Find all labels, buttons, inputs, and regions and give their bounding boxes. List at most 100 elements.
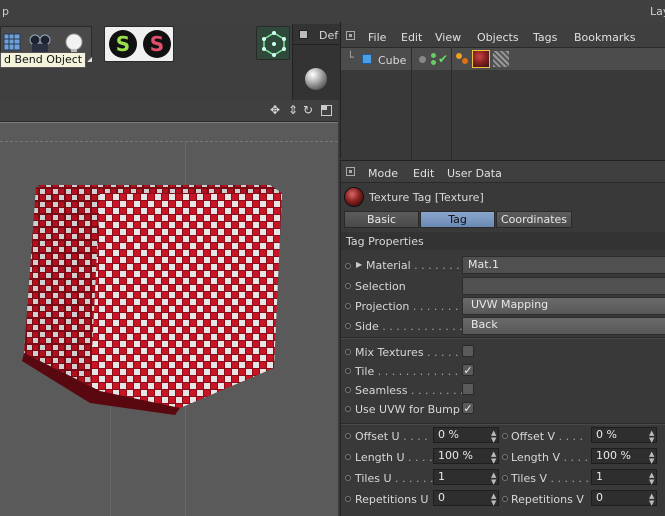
- tile-label: Tile . . . . . . . . . . . .: [355, 365, 459, 378]
- length-u-field[interactable]: 100 %: [433, 448, 499, 464]
- param-bullet[interactable]: [345, 387, 351, 393]
- rotate-view-icon[interactable]: ↻: [303, 104, 313, 116]
- sculpt-s-green-icon[interactable]: S: [109, 30, 137, 58]
- polygon-object-button[interactable]: [256, 26, 290, 60]
- object-name[interactable]: Cube: [378, 55, 406, 66]
- zoom-view-icon[interactable]: ⇕: [288, 104, 298, 116]
- sculpt-button-group: S S: [104, 26, 174, 62]
- viewport: ✥ ⇕ ↻: [0, 100, 338, 516]
- tooltip: d Bend Object: [0, 52, 87, 68]
- menu-mode[interactable]: Mode: [368, 168, 398, 179]
- menu-grip-icon: [346, 167, 355, 176]
- side-dropdown[interactable]: Back: [462, 317, 665, 335]
- offset-u-field[interactable]: 0 %: [433, 427, 499, 443]
- offset-u-label: Offset U . . . .: [355, 430, 428, 443]
- tiles-v-label: Tiles V . . . . . .: [511, 472, 589, 485]
- enabled-check-icon[interactable]: ✔: [438, 53, 448, 65]
- title-left-label: p: [2, 5, 9, 18]
- checkered-cube[interactable]: [0, 123, 338, 516]
- move-view-icon[interactable]: ✥: [270, 104, 280, 116]
- tree-branch-icon: └: [347, 51, 354, 64]
- menu-edit[interactable]: Edit: [413, 168, 434, 179]
- attribute-manager: Mode Edit User Data Texture Tag [Texture…: [340, 160, 665, 516]
- title-right-label: Lay: [650, 5, 665, 18]
- menu-file[interactable]: File: [368, 32, 386, 43]
- material-label: Material . . . . . . .: [366, 259, 460, 272]
- stepper-arrows-icon[interactable]: ▲ ▼: [649, 472, 654, 486]
- tab-tag[interactable]: Tag: [420, 211, 495, 228]
- toolbar: d Bend Object S S Def: [0, 22, 341, 100]
- material-preview-sphere[interactable]: [305, 68, 327, 90]
- menu-user-data[interactable]: User Data: [447, 168, 502, 179]
- camera-icon[interactable]: [27, 32, 53, 54]
- length-u-label: Length U . . . .: [355, 451, 433, 464]
- tiles-u-label: Tiles U . . . . . .: [355, 472, 434, 485]
- param-bullet[interactable]: [345, 349, 351, 355]
- seamless-checkbox[interactable]: [462, 383, 474, 395]
- stepper-arrows-icon[interactable]: ▲ ▼: [491, 451, 496, 465]
- param-bullet[interactable]: [345, 406, 351, 412]
- visibility-dot-icon[interactable]: [419, 56, 426, 63]
- param-bullet[interactable]: [345, 283, 351, 289]
- offset-v-field[interactable]: 0 %: [591, 427, 657, 443]
- object-manager-menubar: File Edit View Objects Tags Bookmarks: [341, 22, 665, 48]
- maximize-view-icon[interactable]: [321, 105, 332, 116]
- param-bullet[interactable]: [345, 303, 351, 309]
- mix-textures-checkbox[interactable]: [462, 345, 474, 357]
- tiles-u-field[interactable]: 1: [433, 469, 499, 485]
- menu-tags[interactable]: Tags: [533, 32, 557, 43]
- use-uvw-for-bump-checkbox[interactable]: ✓: [462, 402, 474, 414]
- stepper-arrows-icon[interactable]: ▲ ▼: [491, 430, 496, 444]
- param-bullet[interactable]: [345, 475, 351, 481]
- menu-edit[interactable]: Edit: [401, 32, 422, 43]
- tab-coordinates[interactable]: Coordinates: [496, 211, 572, 228]
- param-bullet[interactable]: [502, 496, 508, 502]
- separator: [341, 337, 665, 339]
- menu-bookmarks[interactable]: Bookmarks: [574, 32, 635, 43]
- expand-arrow-icon[interactable]: ▶: [356, 261, 362, 269]
- selection-field[interactable]: [462, 277, 665, 295]
- material-field[interactable]: Mat.1: [462, 256, 665, 274]
- param-bullet[interactable]: [502, 454, 508, 460]
- repetitions-v-field[interactable]: 0: [591, 490, 657, 506]
- param-bullet[interactable]: [502, 433, 508, 439]
- projection-dropdown[interactable]: UVW Mapping: [462, 297, 665, 315]
- menu-view[interactable]: View: [435, 32, 461, 43]
- attribute-manager-menubar: Mode Edit User Data: [341, 161, 665, 183]
- param-bullet[interactable]: [345, 323, 351, 329]
- menu-grip-icon: [346, 31, 355, 40]
- stepper-arrows-icon[interactable]: ▲ ▼: [491, 493, 496, 507]
- param-bullet[interactable]: [345, 263, 351, 269]
- uvw-tag-icon[interactable]: [493, 51, 509, 67]
- sculpt-s-red-icon[interactable]: S: [143, 30, 171, 58]
- repetitions-v-label: Repetitions V: [511, 493, 584, 506]
- section-header: Tag Properties: [341, 232, 665, 250]
- tile-checkbox[interactable]: ✓: [462, 364, 474, 376]
- stepper-arrows-icon[interactable]: ▲ ▼: [491, 472, 496, 486]
- length-v-field[interactable]: 100 %: [591, 448, 657, 464]
- stepper-arrows-icon[interactable]: ▲ ▼: [649, 493, 654, 507]
- stepper-arrows-icon[interactable]: ▲ ▼: [649, 451, 654, 465]
- render-visibility-icon[interactable]: [431, 60, 436, 65]
- texture-tag-icon[interactable]: [472, 50, 490, 68]
- param-bullet[interactable]: [345, 368, 351, 374]
- param-bullet[interactable]: [502, 475, 508, 481]
- viewport-3d-area[interactable]: [0, 122, 338, 516]
- param-bullet[interactable]: [345, 454, 351, 460]
- submenu-corner-icon: [87, 57, 92, 62]
- param-bullet[interactable]: [345, 496, 351, 502]
- selection-label: Selection: [355, 280, 406, 293]
- grid-icon: [3, 33, 21, 51]
- material-panel-checkbox[interactable]: [299, 30, 308, 39]
- editor-visibility-icon[interactable]: [431, 53, 436, 58]
- phong-tag-icon[interactable]: [455, 52, 469, 66]
- tiles-v-field[interactable]: 1: [591, 469, 657, 485]
- stepper-arrows-icon[interactable]: ▲ ▼: [649, 430, 654, 444]
- repetitions-u-field[interactable]: 0: [433, 490, 499, 506]
- tab-basic[interactable]: Basic: [344, 211, 419, 228]
- object-row-cube[interactable]: └ Cube ✔: [341, 48, 665, 160]
- menu-objects[interactable]: Objects: [477, 32, 519, 43]
- param-bullet[interactable]: [345, 433, 351, 439]
- projection-label: Projection . . . . . . .: [355, 300, 459, 313]
- use-uvw-for-bump-label: Use UVW for Bump: [355, 403, 460, 416]
